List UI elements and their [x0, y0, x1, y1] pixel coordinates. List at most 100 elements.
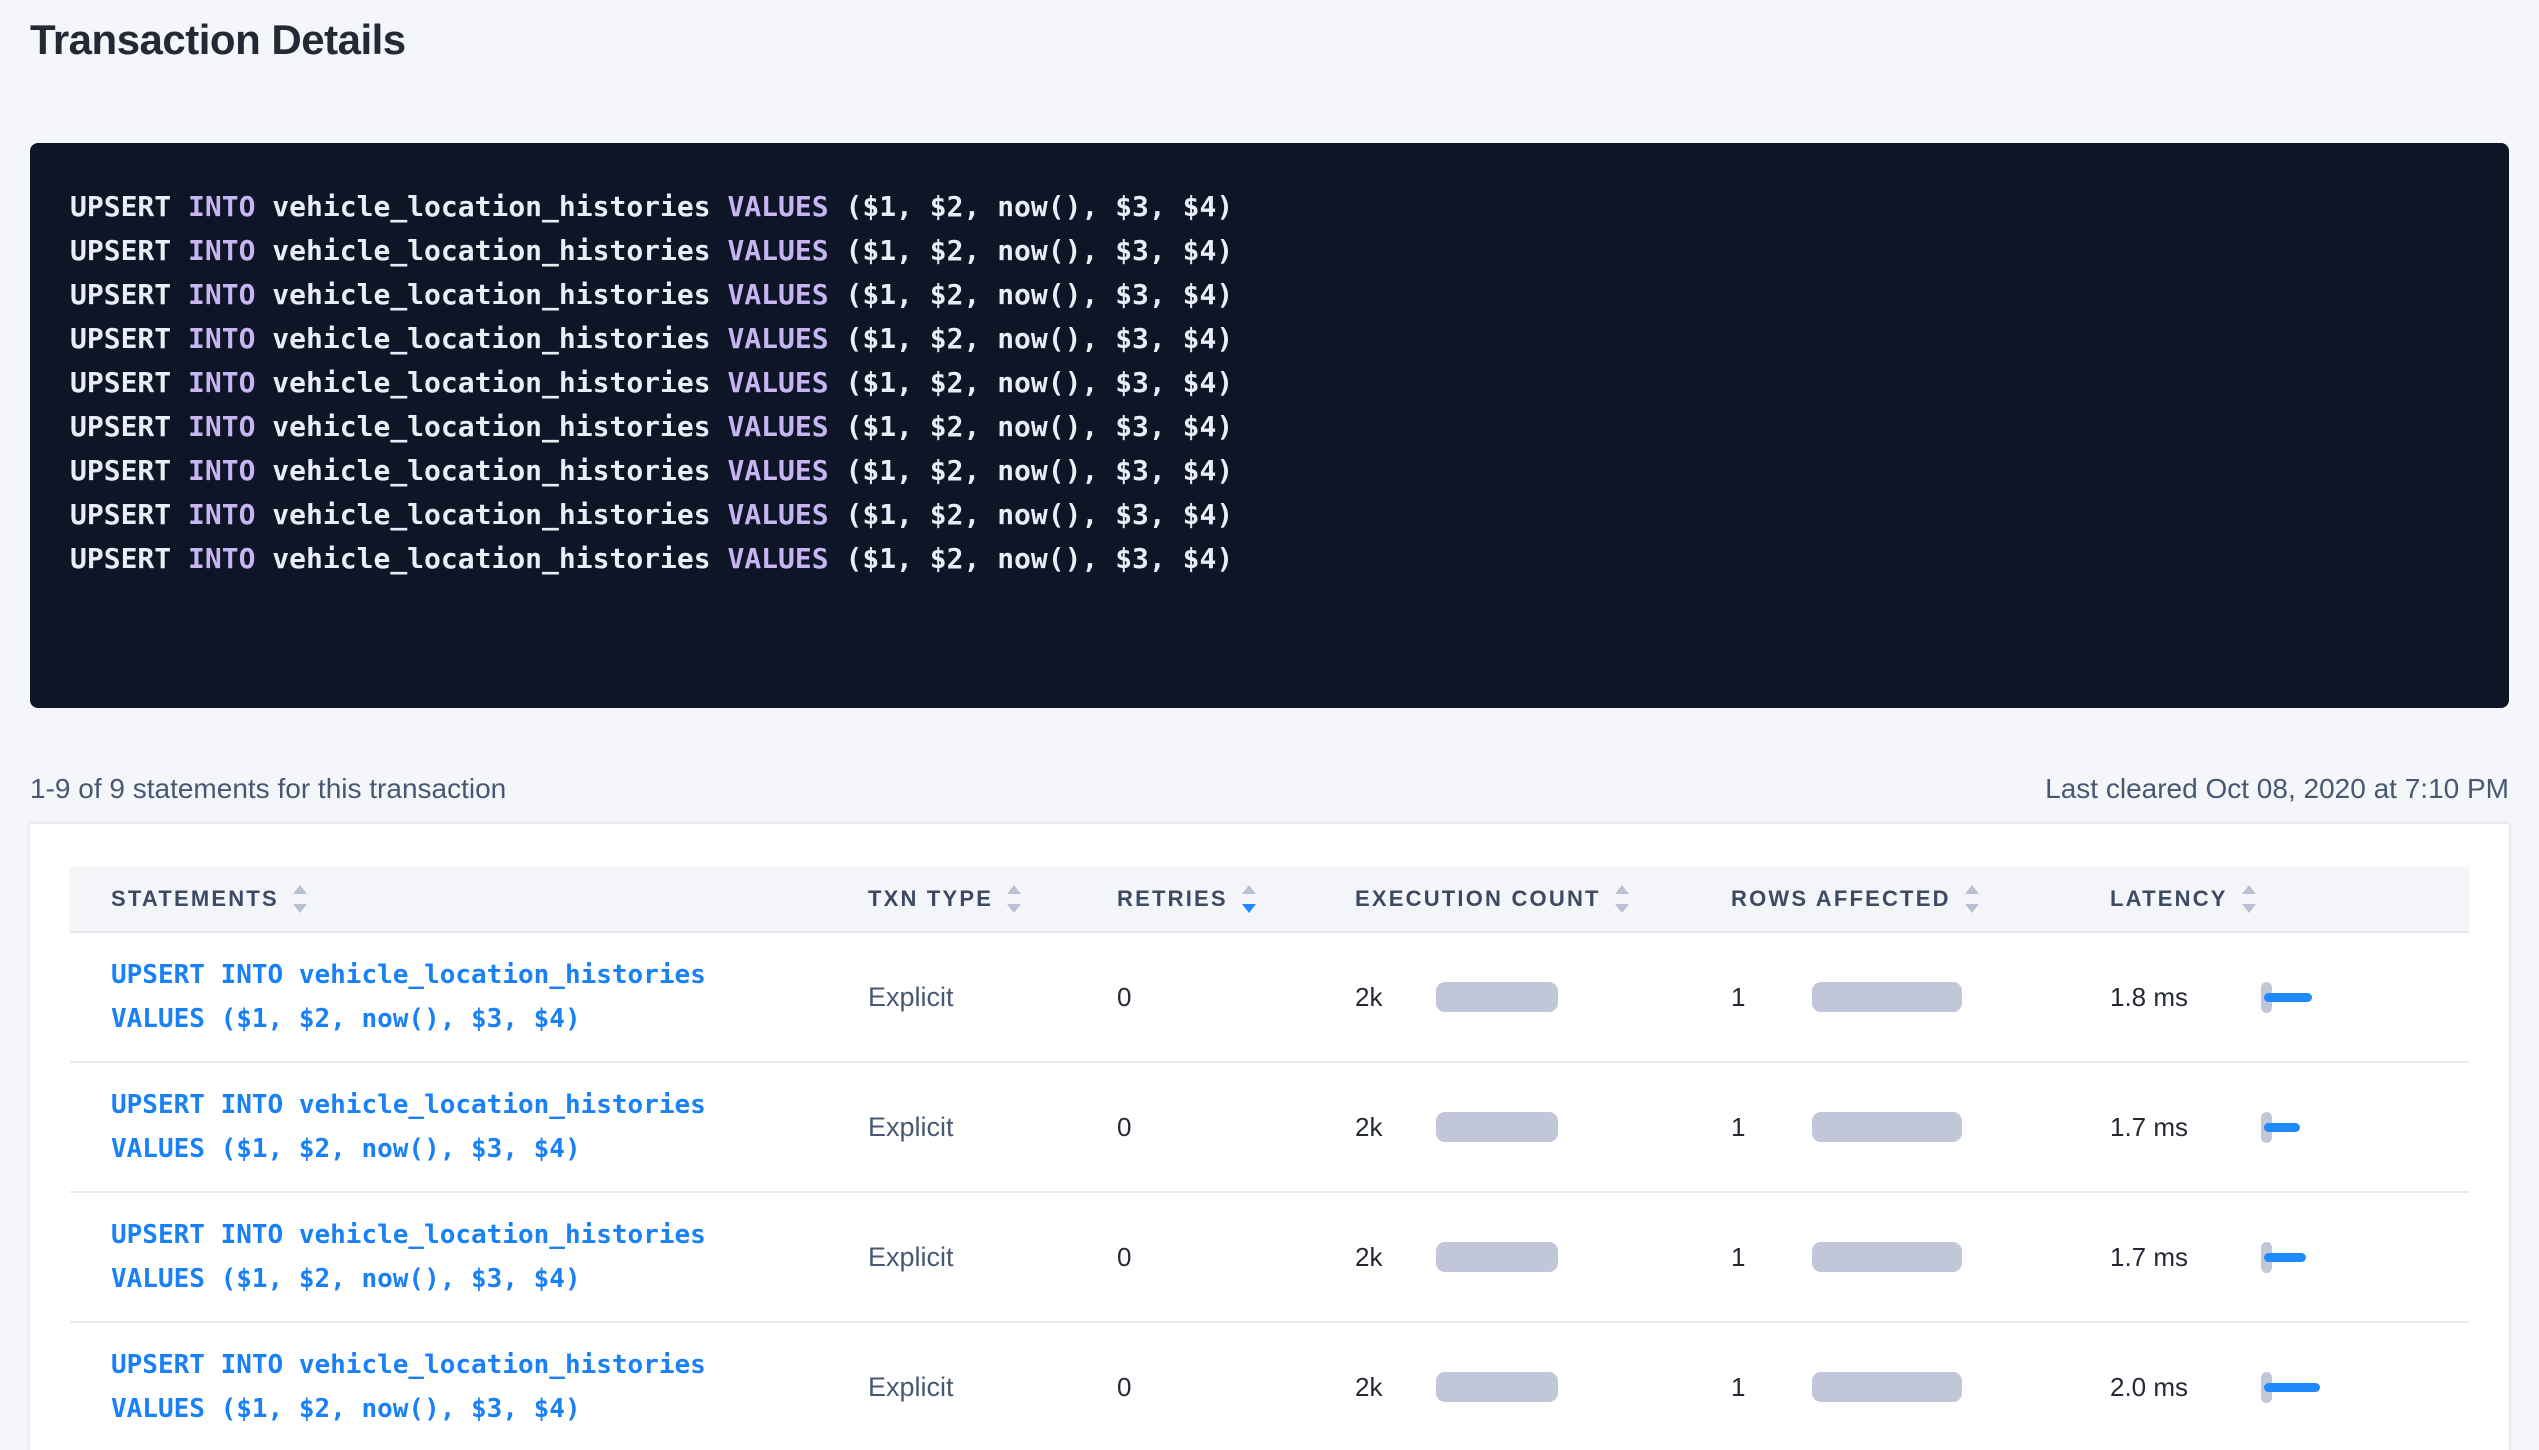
sort-up-icon[interactable] [1242, 885, 1256, 894]
rows-affected-bar [1812, 1242, 1962, 1272]
rows-affected-cell: 1 [1731, 1112, 2110, 1143]
sql-token-keyword: INTO [188, 410, 255, 443]
sort-arrows-icon[interactable] [1965, 885, 1979, 913]
execution-count-cell: 2k [1355, 1112, 1731, 1143]
table-row: UPSERT INTO vehicle_location_histories V… [70, 1323, 2469, 1450]
sql-token-keyword: INTO [188, 234, 255, 267]
sql-token-keyword: INTO [188, 278, 255, 311]
rows-affected-bar [1812, 1112, 1962, 1142]
column-header-latency[interactable]: LATENCY [2110, 885, 2470, 913]
sql-token-plain: ($1, $2, now(), $3, $4) [829, 366, 1234, 399]
statement-line-1: UPSERT INTO vehicle_location_histories [111, 953, 868, 997]
sql-token-plain: vehicle_location_histories [255, 498, 727, 531]
latency-cell: 1.7 ms [2110, 1242, 2470, 1273]
column-header-label: STATEMENTS [111, 886, 279, 912]
sort-down-icon[interactable] [293, 904, 307, 913]
sort-down-icon[interactable] [1615, 904, 1629, 913]
sql-token-plain: ($1, $2, now(), $3, $4) [829, 322, 1234, 355]
sort-down-icon[interactable] [1965, 904, 1979, 913]
sql-statement-line: UPSERT INTO vehicle_location_histories V… [70, 537, 2469, 581]
summary-bar: 1-9 of 9 statements for this transaction… [30, 772, 2509, 806]
sql-token-keyword: INTO [188, 454, 255, 487]
last-cleared-label: Last cleared Oct 08, 2020 at 7:10 PM [2045, 772, 2509, 806]
sort-up-icon[interactable] [1007, 885, 1021, 894]
rows-affected-bar [1812, 1372, 1962, 1402]
sort-down-icon[interactable] [2242, 904, 2256, 913]
retries-cell: 0 [1117, 982, 1355, 1013]
rows-affected-value: 1 [1731, 1112, 1812, 1143]
sql-token-plain: ($1, $2, now(), $3, $4) [829, 498, 1234, 531]
statement-cell: UPSERT INTO vehicle_location_histories V… [70, 1213, 868, 1301]
statement-line-2: VALUES ($1, $2, now(), $3, $4) [111, 1127, 868, 1171]
execution-count-bar [1436, 1242, 1558, 1272]
sql-token-keyword: VALUES [727, 234, 828, 267]
latency-bar [2264, 1123, 2300, 1132]
sql-token-plain: ($1, $2, now(), $3, $4) [829, 454, 1234, 487]
sql-token-plain: UPSERT [70, 322, 188, 355]
sql-token-plain: ($1, $2, now(), $3, $4) [829, 234, 1234, 267]
statement-link[interactable]: UPSERT INTO vehicle_location_histories V… [111, 1083, 868, 1171]
sql-token-keyword: VALUES [727, 366, 828, 399]
sql-token-plain: ($1, $2, now(), $3, $4) [829, 410, 1234, 443]
sql-token-plain: vehicle_location_histories [255, 234, 727, 267]
statements-table-card: STATEMENTS TXN TYPE RETRIES EXECUTION CO… [30, 824, 2509, 1450]
latency-value: 1.8 ms [2110, 982, 2261, 1013]
latency-cell: 1.8 ms [2110, 982, 2470, 1013]
sort-down-icon[interactable] [1007, 904, 1021, 913]
sql-token-keyword: INTO [188, 366, 255, 399]
column-header-label: ROWS AFFECTED [1731, 886, 1951, 912]
sort-arrows-icon[interactable] [1007, 885, 1021, 913]
sql-statement-line: UPSERT INTO vehicle_location_histories V… [70, 229, 2469, 273]
execution-count-bar [1436, 1112, 1558, 1142]
statement-link[interactable]: UPSERT INTO vehicle_location_histories V… [111, 1213, 868, 1301]
sql-statement-line: UPSERT INTO vehicle_location_histories V… [70, 493, 2469, 537]
sql-token-keyword: INTO [188, 190, 255, 223]
statement-line-1: UPSERT INTO vehicle_location_histories [111, 1213, 868, 1257]
latency-bar [2264, 993, 2312, 1002]
rows-affected-value: 1 [1731, 1242, 1812, 1273]
statement-line-2: VALUES ($1, $2, now(), $3, $4) [111, 1257, 868, 1301]
latency-cell: 1.7 ms [2110, 1112, 2470, 1143]
statement-line-1: UPSERT INTO vehicle_location_histories [111, 1343, 868, 1387]
column-header-txn-type[interactable]: TXN TYPE [868, 885, 1117, 913]
retries-cell: 0 [1117, 1372, 1355, 1403]
sql-token-plain: vehicle_location_histories [255, 322, 727, 355]
sort-up-icon[interactable] [293, 885, 307, 894]
sort-arrows-icon[interactable] [293, 885, 307, 913]
sql-token-keyword: VALUES [727, 278, 828, 311]
column-header-label: EXECUTION COUNT [1355, 886, 1601, 912]
column-header-statements[interactable]: STATEMENTS [70, 885, 868, 913]
sql-token-plain: UPSERT [70, 366, 188, 399]
rows-affected-cell: 1 [1731, 982, 2110, 1013]
sql-statement-line: UPSERT INTO vehicle_location_histories V… [70, 185, 2469, 229]
column-header-retries[interactable]: RETRIES [1117, 885, 1355, 913]
column-header-rows-affected[interactable]: ROWS AFFECTED [1731, 885, 2110, 913]
sql-token-keyword: INTO [188, 498, 255, 531]
column-header-execution-count[interactable]: EXECUTION COUNT [1355, 885, 1731, 913]
sql-token-keyword: VALUES [727, 190, 828, 223]
statement-line-2: VALUES ($1, $2, now(), $3, $4) [111, 1387, 868, 1431]
txn-type-cell: Explicit [868, 1112, 1117, 1143]
sql-token-plain: vehicle_location_histories [255, 366, 727, 399]
sort-up-icon[interactable] [1965, 885, 1979, 894]
sort-down-icon[interactable] [1242, 904, 1256, 913]
sql-token-keyword: VALUES [727, 322, 828, 355]
statements-summary: 1-9 of 9 statements for this transaction [30, 772, 506, 806]
sort-up-icon[interactable] [2242, 885, 2256, 894]
sql-token-plain: vehicle_location_histories [255, 278, 727, 311]
statement-link[interactable]: UPSERT INTO vehicle_location_histories V… [111, 1343, 868, 1431]
txn-type-cell: Explicit [868, 982, 1117, 1013]
sql-token-plain: vehicle_location_histories [255, 410, 727, 443]
sort-up-icon[interactable] [1615, 885, 1629, 894]
execution-count-bar [1436, 1372, 1558, 1402]
sql-token-keyword: VALUES [727, 542, 828, 575]
sort-arrows-icon[interactable] [1242, 885, 1256, 913]
statement-cell: UPSERT INTO vehicle_location_histories V… [70, 1083, 868, 1171]
sort-arrows-icon[interactable] [1615, 885, 1629, 913]
column-header-label: LATENCY [2110, 886, 2228, 912]
statement-link[interactable]: UPSERT INTO vehicle_location_histories V… [111, 953, 868, 1041]
latency-value: 2.0 ms [2110, 1372, 2261, 1403]
sql-token-plain: vehicle_location_histories [255, 454, 727, 487]
sort-arrows-icon[interactable] [2242, 885, 2256, 913]
rows-affected-cell: 1 [1731, 1372, 2110, 1403]
